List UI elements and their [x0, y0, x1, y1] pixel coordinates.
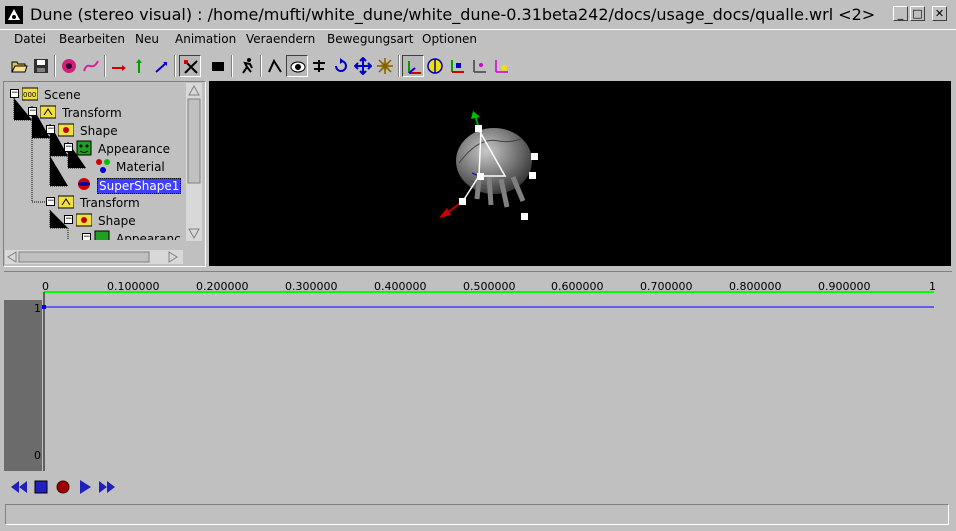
collapse-icon[interactable]: −	[28, 107, 37, 116]
stop-icon[interactable]	[32, 478, 50, 496]
timeline-graph	[42, 291, 934, 471]
shape-icon	[76, 213, 92, 227]
keyframe-marker	[42, 305, 46, 309]
playback-controls	[4, 472, 952, 502]
record-icon[interactable]	[54, 478, 72, 496]
transform-icon	[40, 105, 56, 119]
run-icon[interactable]	[236, 55, 258, 77]
maximize-button[interactable]: □	[910, 6, 925, 21]
menu-bewegungsart[interactable]: Bewegungsart	[327, 32, 414, 46]
open-icon[interactable]	[8, 55, 30, 77]
rotate-icon[interactable]	[330, 55, 352, 77]
tree-node-label: Scene	[44, 88, 81, 102]
time-tick-label: 0.200000	[196, 280, 249, 293]
time-tick-label: 0.800000	[729, 280, 782, 293]
menu-bearbeiten[interactable]: Bearbeiten	[59, 32, 125, 46]
menu-datei[interactable]: Datei	[14, 32, 46, 46]
tree-node-label: Appearance	[98, 142, 171, 156]
collapse-icon[interactable]: −	[46, 197, 55, 206]
hanim-icon[interactable]	[446, 55, 468, 77]
y-arrow-icon[interactable]	[128, 55, 150, 77]
rewind-icon[interactable]	[10, 478, 28, 496]
title-bar: Dune (stereo visual) : /home/mufti/white…	[0, 0, 956, 29]
scale-icon[interactable]	[374, 55, 396, 77]
tree-node-label: Material	[116, 160, 165, 174]
supershape-icon	[78, 178, 90, 190]
tree-vertical-scrollbar[interactable]	[186, 83, 202, 241]
save-icon[interactable]	[30, 55, 52, 77]
toolbar-separator	[260, 55, 262, 77]
toolbar-separator	[104, 55, 106, 77]
menu-bar: Datei Bearbeiten Neu Animation Veraender…	[0, 29, 956, 51]
status-bar	[5, 504, 949, 525]
collapse-icon[interactable]: −	[10, 89, 19, 98]
curve-icon[interactable]	[80, 55, 102, 77]
play-icon[interactable]	[76, 478, 94, 496]
svg-text:000: 000	[23, 91, 36, 99]
menu-veraendern[interactable]: Veraendern	[246, 32, 315, 46]
time-tick-label: 0.600000	[551, 280, 604, 293]
tree-node-label: Transform	[80, 196, 140, 210]
time-tick-label: 1	[929, 280, 936, 293]
tree-node-label: Appearanc	[116, 232, 181, 240]
toolbar-separator	[398, 55, 400, 77]
toolbar-separator	[174, 55, 176, 77]
tree-horizontal-scrollbar[interactable]	[5, 250, 183, 264]
transform-icon	[58, 195, 74, 209]
colorcircle-icon[interactable]	[58, 55, 80, 77]
time-tick-label: 0	[42, 280, 49, 293]
move-icon[interactable]	[352, 55, 374, 77]
scrollbar-graphics	[7, 251, 178, 263]
axes2-icon[interactable]	[468, 55, 490, 77]
scrollbar-graphics	[187, 84, 201, 240]
dune-app-icon	[5, 6, 23, 24]
tree-node-label: Transform	[62, 106, 122, 120]
time-tick-label: 0.500000	[463, 280, 516, 293]
tree-node-label: Shape	[80, 124, 118, 138]
appearance-icon	[76, 140, 92, 156]
axes3-icon[interactable]	[490, 55, 512, 77]
jellyfish-model	[439, 111, 538, 220]
time-tick-label: 0.100000	[107, 280, 160, 293]
time-tick-label: 0.900000	[818, 280, 871, 293]
fast-forward-icon[interactable]	[98, 478, 116, 496]
time-tick-label: 0.700000	[640, 280, 693, 293]
tree-node-label: Shape	[98, 214, 136, 228]
collapse-icon[interactable]: −	[64, 215, 73, 224]
route-icon[interactable]	[179, 55, 201, 77]
axes-icon[interactable]	[402, 55, 424, 77]
menu-optionen[interactable]: Optionen	[422, 32, 477, 46]
center-icon[interactable]	[424, 55, 446, 77]
material-icon	[96, 159, 110, 173]
time-tick-label: 0.300000	[285, 280, 338, 293]
fly-icon[interactable]	[308, 55, 330, 77]
tree-node-label: SuperShape1	[97, 178, 182, 194]
toolbar-separator	[54, 55, 56, 77]
collapse-icon[interactable]: −	[46, 125, 55, 134]
window-title: Dune (stereo visual) : /home/mufti/white…	[30, 5, 876, 24]
shape-icon	[58, 123, 74, 137]
x-arrow-icon[interactable]	[108, 55, 130, 77]
3d-viewport[interactable]	[209, 81, 951, 266]
value-min-label: 0	[34, 449, 41, 462]
timeline-panel[interactable]: 0 0.100000 0.200000 0.300000 0.400000 0.…	[4, 271, 952, 471]
scene-tree[interactable]: − 000 Scene − Transform − Shape − Appear…	[6, 84, 186, 240]
time-tick-label: 0.400000	[374, 280, 427, 293]
close-button[interactable]: ✕	[932, 6, 947, 21]
menu-animation[interactable]: Animation	[175, 32, 236, 46]
menu-neu[interactable]: Neu	[135, 32, 159, 46]
toolbar	[0, 52, 956, 80]
collapse-icon[interactable]: −	[64, 143, 73, 152]
walk-icon[interactable]	[264, 55, 286, 77]
examine-icon[interactable]	[286, 55, 308, 77]
minimize-button[interactable]: _	[893, 6, 908, 21]
z-arrow-icon[interactable]	[150, 55, 172, 77]
toolbar-separator	[231, 55, 233, 77]
scene-icon: 000	[22, 87, 38, 101]
appearance-icon	[94, 230, 110, 240]
collapse-icon[interactable]: −	[82, 233, 91, 240]
value-max-label: 1	[34, 302, 41, 315]
camera-icon[interactable]	[207, 55, 229, 77]
